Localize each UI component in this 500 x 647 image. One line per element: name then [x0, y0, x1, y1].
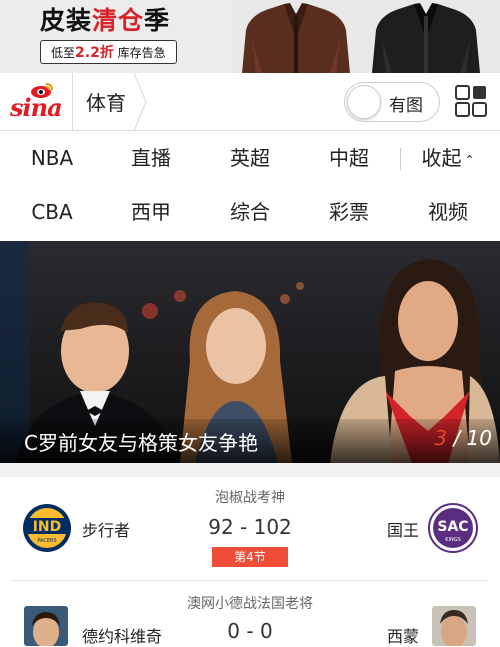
- section-gap: [0, 463, 500, 477]
- header-divider: [72, 73, 73, 131]
- grid-menu-icon[interactable]: [455, 85, 487, 117]
- image-mode-toggle[interactable]: 有图: [344, 82, 440, 122]
- nav-item-live[interactable]: 直播: [101, 131, 201, 185]
- match-card[interactable]: 澳网小德战法国老将 德约科维奇 0 - 0 西蒙: [0, 581, 500, 646]
- ad-title: 皮装清仓季: [40, 6, 171, 35]
- match-status-badge: 第4节: [212, 547, 288, 567]
- hero-counter: 3 / 10: [434, 426, 492, 450]
- hero-slideshow[interactable]: C罗前女友与格策女友争艳 3 / 10: [0, 241, 500, 463]
- hero-caption-bar: C罗前女友与格策女友争艳 3 / 10: [0, 419, 500, 463]
- collapse-label: 收起: [421, 146, 462, 170]
- ad-jacket-image: [232, 0, 500, 73]
- nav-item-nba[interactable]: NBA: [2, 131, 102, 185]
- svg-text:SAC: SAC: [437, 519, 468, 535]
- player-avatar-simon: [432, 606, 476, 646]
- nav-item-la-liga[interactable]: 西甲: [101, 185, 201, 239]
- match-card[interactable]: 泡椒战考神 IND PACERS 步行者 92 - 102 第4节 国王 SAC…: [0, 477, 500, 581]
- nav-item-general[interactable]: 综合: [200, 185, 300, 239]
- nav-item-cba[interactable]: CBA: [2, 185, 102, 239]
- nav-item-premier-league[interactable]: 英超: [200, 131, 300, 185]
- chevron-up-icon: ⌃: [464, 152, 475, 167]
- top-header: sina 体育 有图: [0, 73, 500, 131]
- section-title[interactable]: 体育: [86, 87, 126, 116]
- ad-banner[interactable]: 皮装清仓季 低至2.2折 库存告急: [0, 0, 500, 73]
- sina-logo[interactable]: sina: [10, 82, 66, 122]
- breadcrumb-chevron-icon: [133, 73, 147, 131]
- sina-logo-text: sina: [10, 93, 63, 122]
- svg-text:KINGS: KINGS: [445, 537, 461, 543]
- match-title: 澳网小德战法国老将: [187, 596, 313, 612]
- kings-logo-icon: SAC KINGS: [428, 503, 478, 553]
- ad-subtitle: 低至2.2折 库存告急: [40, 40, 177, 64]
- match-score: 0 - 0: [227, 619, 273, 643]
- toggle-label: 有图: [389, 96, 423, 116]
- ad-text: 皮装清仓季 低至2.2折 库存告急: [40, 4, 218, 66]
- away-team-name: 国王: [387, 521, 420, 540]
- match-title: 泡椒战考神: [215, 490, 285, 506]
- toggle-knob: [347, 85, 381, 119]
- match-score: 92 - 102: [208, 515, 292, 539]
- nav-item-lottery[interactable]: 彩票: [299, 185, 399, 239]
- collapse-button[interactable]: 收起 ⌃: [398, 131, 498, 185]
- nav-item-video[interactable]: 视频: [398, 185, 498, 239]
- away-player-name: 西蒙: [387, 627, 420, 646]
- channel-nav: NBA 直播 英超 中超 收起 ⌃ CBA 西甲 综合 彩票 视频: [0, 131, 500, 241]
- hero-title[interactable]: C罗前女友与格策女友争艳: [24, 427, 258, 456]
- nav-item-csl[interactable]: 中超: [299, 131, 399, 185]
